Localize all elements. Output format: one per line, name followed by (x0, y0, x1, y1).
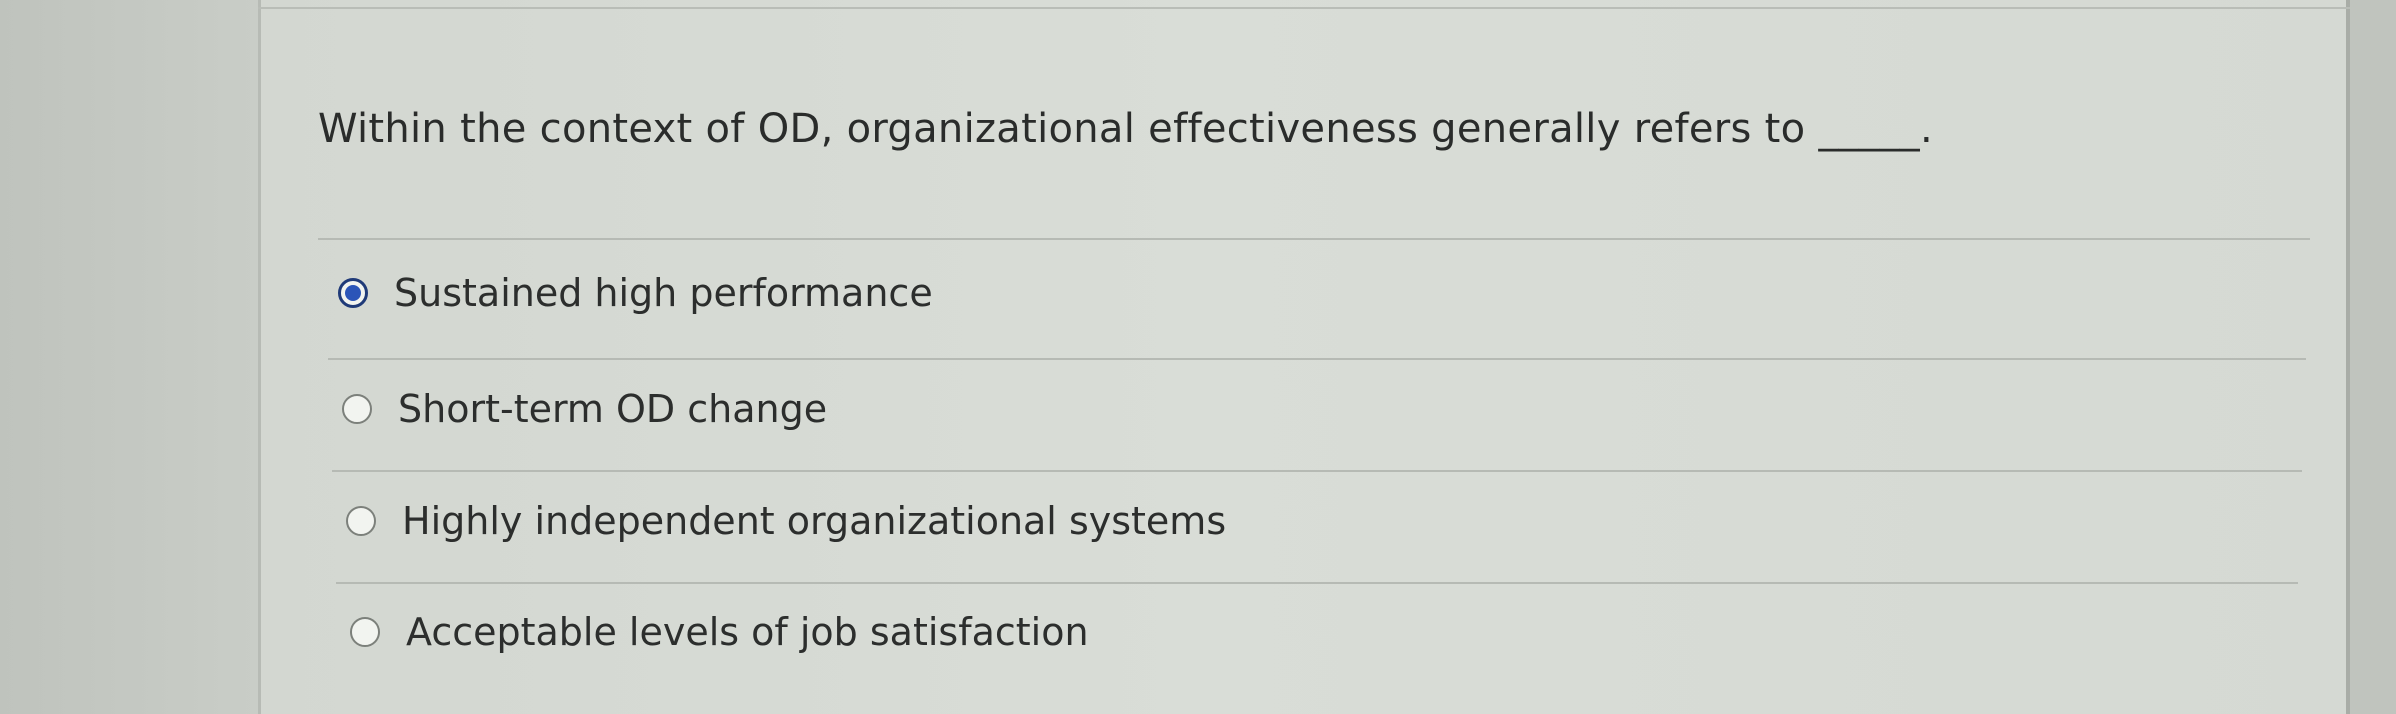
option-divider (328, 358, 2306, 360)
option-sustained-high-performance[interactable]: Sustained high performance (338, 271, 933, 315)
option-acceptable-job-satisfaction[interactable]: Acceptable levels of job satisfaction (350, 610, 1089, 654)
page-right-margin (2350, 0, 2396, 714)
option-label: Acceptable levels of job satisfaction (406, 610, 1089, 654)
radio-button[interactable] (346, 506, 376, 536)
option-label: Sustained high performance (394, 271, 933, 315)
radio-button-selected[interactable] (338, 278, 368, 308)
radio-button[interactable] (350, 617, 380, 647)
question-divider (318, 238, 2310, 240)
option-label: Short-term OD change (398, 387, 828, 431)
page-left-margin (0, 0, 258, 714)
option-short-term-od-change[interactable]: Short-term OD change (342, 387, 827, 431)
option-label: Highly independent organizational system… (402, 499, 1227, 543)
option-divider (336, 582, 2298, 584)
question-text: Within the context of OD, organizational… (318, 106, 1933, 152)
option-highly-independent-systems[interactable]: Highly independent organizational system… (346, 499, 1226, 543)
option-divider (332, 470, 2302, 472)
panel-top-border (258, 0, 2350, 9)
radio-button[interactable] (342, 394, 372, 424)
